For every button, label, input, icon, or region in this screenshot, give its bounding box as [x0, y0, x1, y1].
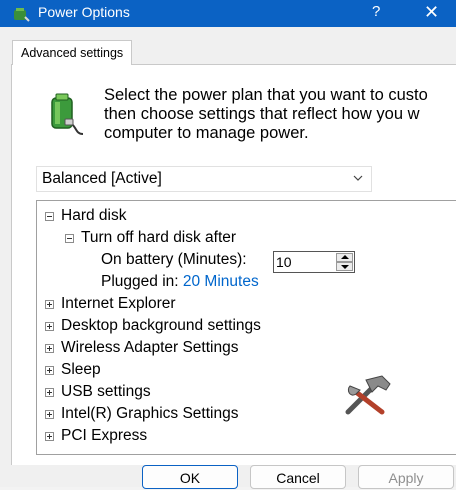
plugged-in-setting: Plugged in: 20 Minutes: [101, 271, 259, 293]
expand-icon[interactable]: [45, 322, 54, 331]
collapse-icon[interactable]: [45, 212, 54, 221]
hammer-wrench-icon: [345, 375, 391, 415]
power-options-dialog: Power Options ? ✕ Advanced settings Sele…: [0, 0, 456, 489]
expand-icon[interactable]: [45, 388, 54, 397]
on-battery-minutes-spinner[interactable]: [273, 251, 355, 273]
settings-tree[interactable]: Hard disk Turn off hard disk after On ba…: [36, 200, 456, 455]
expand-icon[interactable]: [45, 300, 54, 309]
power-options-icon: [14, 8, 30, 22]
description-line-2: then choose settings that reflect how yo…: [104, 105, 420, 123]
apply-button[interactable]: Apply: [358, 465, 454, 489]
collapse-icon[interactable]: [65, 234, 74, 243]
on-battery-label: On battery (Minutes):: [101, 251, 247, 268]
on-battery-minutes-input[interactable]: [274, 252, 336, 272]
plugged-in-label: Plugged in:: [101, 273, 179, 290]
description-line-3: computer to manage power.: [104, 124, 309, 142]
close-button[interactable]: ✕: [424, 2, 439, 23]
tab-advanced-settings[interactable]: Advanced settings: [12, 40, 133, 65]
power-plan-selected: Balanced [Active]: [42, 170, 162, 187]
battery-plug-icon: [51, 93, 84, 135]
power-plan-dropdown[interactable]: Balanced [Active]: [36, 166, 372, 192]
chevron-down-icon: [353, 175, 363, 181]
plan-description: Select the power plan that you want to c…: [104, 86, 456, 143]
title-bar[interactable]: Power Options ? ✕: [0, 0, 456, 27]
ok-button[interactable]: OK: [142, 465, 238, 489]
expand-icon[interactable]: [45, 432, 54, 441]
spin-up-icon[interactable]: [336, 253, 353, 262]
help-button[interactable]: ?: [372, 3, 380, 20]
expand-icon[interactable]: [45, 344, 54, 353]
description-line-1: Select the power plan that you want to c…: [104, 86, 428, 104]
expand-icon[interactable]: [45, 410, 54, 419]
expand-icon[interactable]: [45, 366, 54, 375]
window-title: Power Options: [38, 4, 130, 20]
plugged-in-value-link[interactable]: 20 Minutes: [183, 273, 259, 290]
cancel-button[interactable]: Cancel: [250, 465, 346, 489]
on-battery-setting: On battery (Minutes):: [101, 249, 247, 271]
spin-down-icon[interactable]: [336, 262, 353, 271]
